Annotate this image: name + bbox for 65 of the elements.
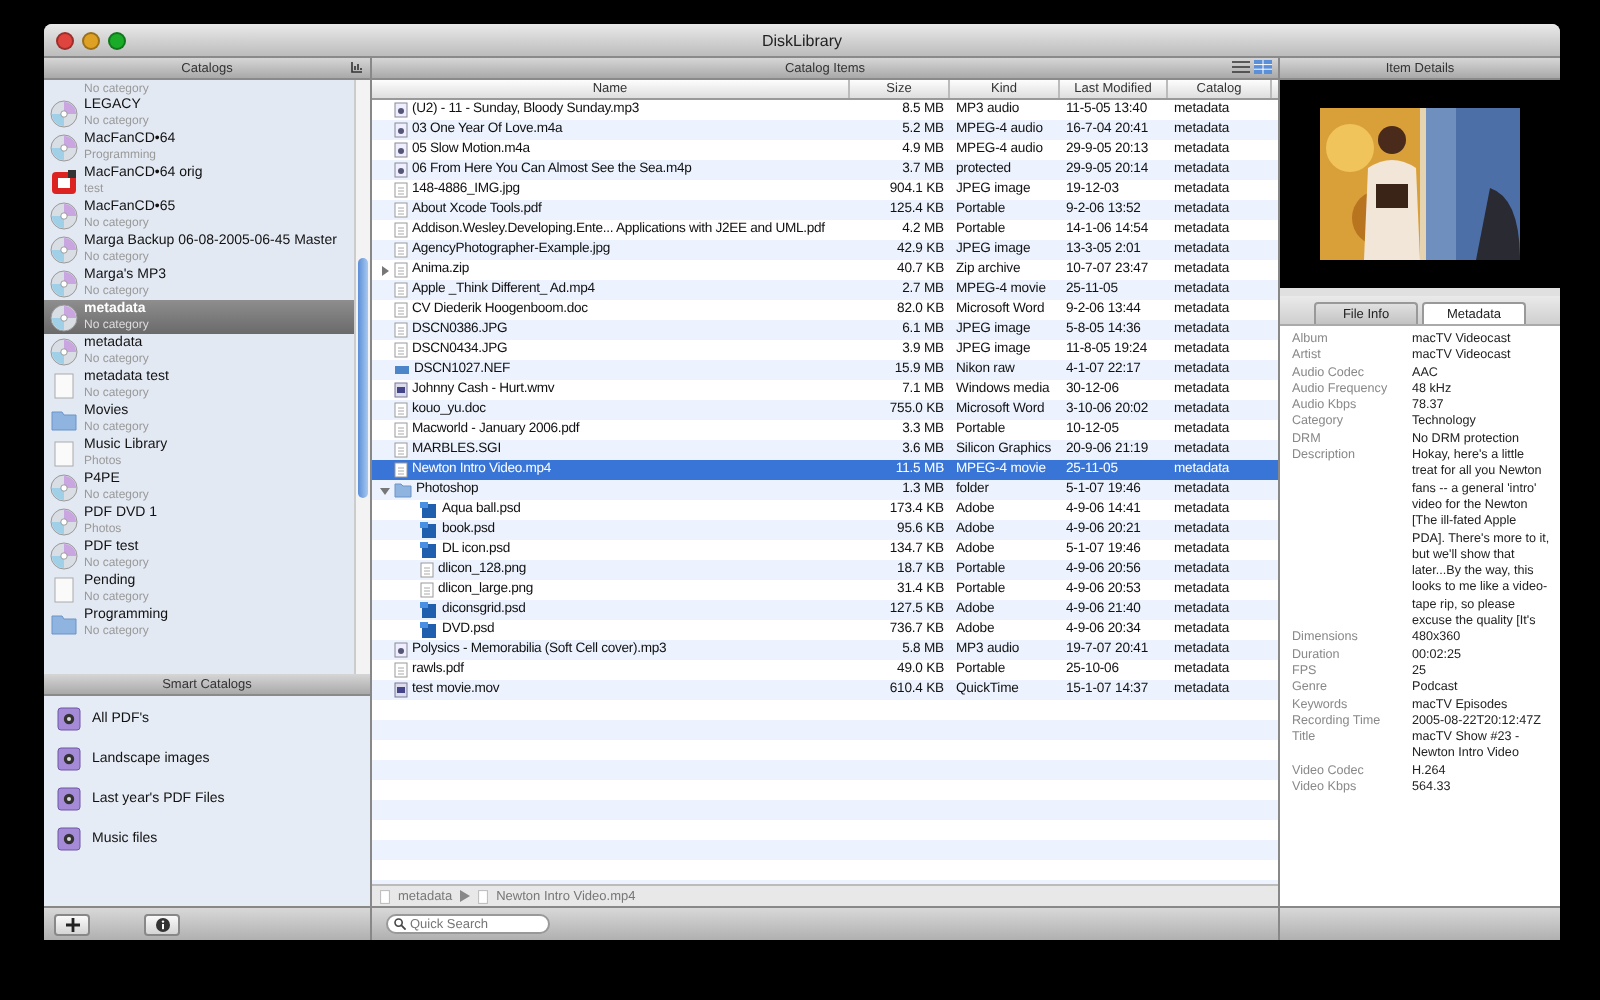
document-icon [50, 439, 78, 467]
disc-icon [50, 99, 78, 127]
folder-icon [50, 405, 78, 433]
close-button[interactable] [56, 31, 74, 49]
disc-icon [50, 507, 78, 535]
disc-icon [50, 541, 78, 569]
disc-icon [50, 473, 78, 501]
image-file-icon [420, 602, 438, 618]
minimize-button[interactable] [82, 31, 100, 49]
search-icon [394, 918, 406, 930]
plus-icon [65, 917, 79, 931]
document-icon [394, 282, 408, 298]
document-icon [394, 442, 408, 458]
disc-icon [50, 235, 78, 263]
audio-file-icon [394, 142, 408, 158]
document-icon [394, 202, 408, 218]
audio-file-icon [394, 102, 408, 118]
disc-icon [50, 201, 78, 229]
info-icon [155, 917, 169, 931]
zoom-button[interactable] [108, 31, 126, 49]
list-view-icon[interactable] [1232, 60, 1250, 74]
document-icon [394, 462, 408, 478]
folder-icon [50, 609, 78, 637]
document-icon [394, 222, 408, 238]
add-button[interactable] [54, 913, 90, 935]
image-file-icon [420, 542, 438, 558]
disc-icon [50, 133, 78, 161]
document-icon [394, 322, 408, 338]
path-separator-icon [460, 890, 471, 902]
collapsed-triangle-icon[interactable] [379, 265, 389, 275]
smart-folder-icon [56, 826, 82, 852]
movie-file-icon [394, 682, 408, 698]
document-icon [394, 342, 408, 358]
sort-icon[interactable] [350, 60, 364, 74]
audio-file-icon [394, 122, 408, 138]
document-icon [394, 422, 408, 438]
document-icon [50, 371, 78, 399]
document-icon [50, 575, 78, 603]
smart-folder-icon [56, 706, 82, 732]
document-icon [394, 242, 408, 258]
application-icon [50, 167, 78, 195]
image-file-icon [420, 622, 438, 638]
disc-icon [50, 269, 78, 297]
document-icon [420, 582, 434, 598]
document-icon [394, 402, 408, 418]
audio-file-icon [394, 642, 408, 658]
document-icon [394, 662, 408, 678]
audio-file-icon [394, 162, 408, 178]
document-icon [420, 562, 434, 578]
image-file-icon [420, 522, 438, 538]
document-icon [394, 182, 408, 198]
document-icon [394, 262, 408, 278]
info-button[interactable] [144, 913, 180, 935]
smart-folder-icon [56, 786, 82, 812]
window-title: DiskLibrary [761, 31, 842, 49]
smart-folder-icon [56, 746, 82, 772]
grid-view-icon[interactable] [1254, 60, 1272, 74]
document-icon [394, 302, 408, 318]
image-file-icon [394, 362, 410, 378]
disc-icon [50, 303, 78, 331]
image-file-icon [420, 502, 438, 518]
disc-icon [50, 337, 78, 365]
scroll-bar[interactable] [354, 80, 370, 674]
movie-file-icon [394, 382, 408, 398]
expanded-triangle-icon[interactable] [379, 485, 389, 495]
